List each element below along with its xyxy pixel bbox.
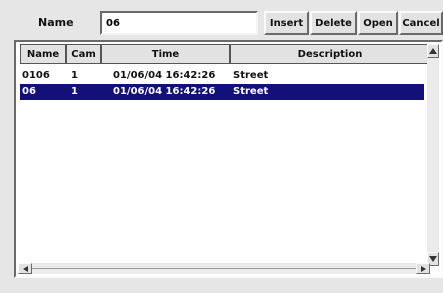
cell-name: 0106	[22, 70, 50, 81]
scroll-up-button[interactable]	[427, 44, 439, 58]
dialog-window: Name Insert Delete Open Cancel Name Cam …	[0, 0, 443, 293]
column-header-cam[interactable]: Cam	[66, 44, 101, 64]
cell-cam: 1	[71, 86, 78, 97]
record-list: Name Cam Time Description 0106 1 01/06/0…	[14, 40, 443, 278]
table-row[interactable]: 06 1 01/06/04 16:42:26 Street	[20, 84, 424, 100]
column-header-time[interactable]: Time	[101, 44, 230, 64]
horizontal-scrollbar[interactable]	[18, 263, 430, 274]
arrow-right-icon	[420, 265, 426, 272]
table-row[interactable]: 0106 1 01/06/04 16:42:26 Street	[20, 68, 424, 84]
name-input[interactable]	[100, 11, 258, 35]
vertical-scrollbar[interactable]	[427, 44, 439, 266]
scroll-right-button[interactable]	[416, 263, 430, 274]
name-label: Name	[38, 16, 74, 29]
insert-button[interactable]: Insert	[264, 11, 309, 35]
cell-name: 06	[22, 86, 36, 97]
column-header-name[interactable]: Name	[20, 44, 66, 64]
cell-cam: 1	[71, 70, 78, 81]
arrow-left-icon	[22, 265, 28, 272]
delete-button[interactable]: Delete	[310, 11, 357, 35]
cell-description: Street	[233, 86, 269, 97]
arrow-up-icon	[429, 48, 437, 54]
scroll-track	[32, 268, 416, 269]
cancel-button[interactable]: Cancel	[399, 11, 443, 35]
cell-time: 01/06/04 16:42:26	[113, 70, 216, 81]
column-header-description[interactable]: Description	[230, 44, 427, 64]
scroll-left-button[interactable]	[18, 263, 32, 274]
open-button[interactable]: Open	[358, 11, 398, 35]
cell-time: 01/06/04 16:42:26	[113, 86, 216, 97]
record-table: Name Cam Time Description 0106 1 01/06/0…	[20, 44, 427, 266]
cell-description: Street	[233, 70, 269, 81]
arrow-down-icon	[429, 256, 437, 262]
